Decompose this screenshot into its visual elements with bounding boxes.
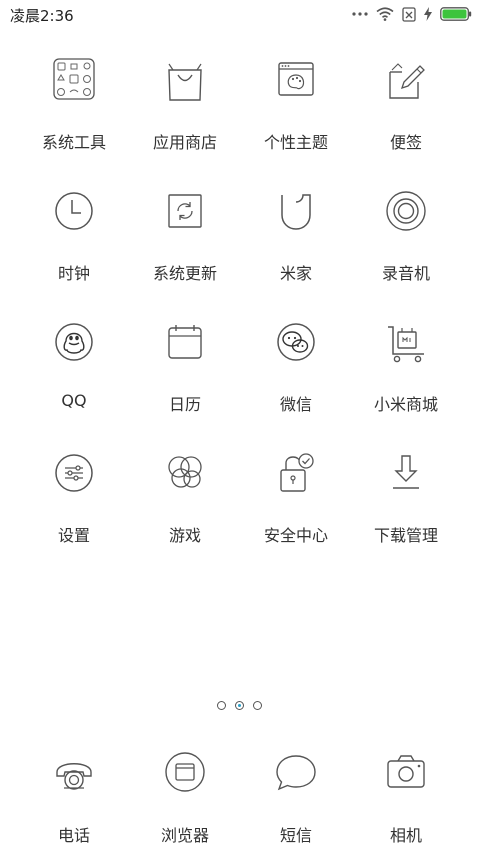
app-row: 时钟 系统更新 米家 录音机 — [0, 171, 480, 301]
app-label: 相机 — [389, 826, 422, 845]
page-dot[interactable] — [253, 701, 262, 710]
calendar-icon — [159, 316, 211, 368]
dock: 电话 浏览器 短信 相机 — [0, 730, 480, 853]
dock-app-camera[interactable]: 相机 — [346, 730, 466, 853]
app-label: 录音机 — [381, 264, 430, 283]
charging-bolt-icon — [424, 7, 432, 21]
theme-palette-icon — [270, 54, 322, 106]
app-wechat[interactable]: 微信 — [236, 302, 356, 432]
page-dot[interactable] — [217, 701, 226, 710]
no-sim-icon — [402, 6, 416, 22]
download-icon — [380, 447, 432, 499]
app-recorder[interactable]: 录音机 — [346, 171, 466, 301]
app-settings[interactable]: 设置 — [14, 433, 134, 563]
app-label: 游戏 — [168, 526, 201, 545]
app-row: 系统工具 应用商店 个性主题 便签 — [0, 40, 480, 170]
app-qq[interactable]: QQ — [14, 302, 134, 432]
app-label: 短信 — [279, 826, 312, 845]
browser-icon — [159, 746, 211, 798]
app-label: 浏览器 — [160, 826, 209, 845]
dock-app-messages[interactable]: 短信 — [236, 730, 356, 853]
app-label: 米家 — [279, 264, 312, 283]
app-games[interactable]: 游戏 — [125, 433, 245, 563]
battery-icon — [440, 7, 472, 21]
status-bar: 凌晨2:36 — [0, 0, 480, 28]
app-label: 时钟 — [57, 264, 90, 283]
app-clock[interactable]: 时钟 — [14, 171, 134, 301]
page-dot-active[interactable] — [235, 701, 244, 710]
more-dots-icon — [352, 12, 368, 16]
app-notes[interactable]: 便签 — [346, 40, 466, 170]
status-icons — [352, 5, 472, 23]
app-label: 安全中心 — [263, 526, 328, 545]
status-time: 凌晨2:36 — [10, 7, 74, 25]
qq-penguin-icon — [48, 316, 100, 368]
system-update-icon — [159, 185, 211, 237]
recorder-icon — [380, 185, 432, 237]
message-bubble-icon — [270, 746, 322, 798]
game-circles-icon — [159, 447, 211, 499]
app-label: 下载管理 — [373, 526, 438, 545]
mi-store-cart-icon — [380, 316, 432, 368]
app-row: QQ 日历 微信 小米商城 — [0, 302, 480, 432]
app-label: 应用商店 — [152, 133, 217, 152]
folder-tools-icon — [48, 54, 100, 106]
app-label: QQ — [61, 391, 87, 410]
security-lock-icon — [270, 447, 322, 499]
app-calendar[interactable]: 日历 — [125, 302, 245, 432]
dock-app-browser[interactable]: 浏览器 — [125, 730, 245, 853]
app-label: 小米商城 — [373, 395, 438, 414]
app-label: 日历 — [168, 395, 201, 414]
app-row: 设置 游戏 安全中心 下载管理 — [0, 433, 480, 563]
mijia-shield-icon — [270, 185, 322, 237]
app-system-tools[interactable]: 系统工具 — [14, 40, 134, 170]
app-label: 系统工具 — [41, 133, 106, 152]
app-download-manager[interactable]: 下载管理 — [346, 433, 466, 563]
app-mi-store[interactable]: 小米商城 — [346, 302, 466, 432]
app-label: 设置 — [57, 526, 90, 545]
app-app-store[interactable]: 应用商店 — [125, 40, 245, 170]
app-label: 电话 — [57, 826, 90, 845]
wechat-icon — [270, 316, 322, 368]
settings-sliders-icon — [48, 447, 100, 499]
notes-pen-icon — [380, 54, 432, 106]
app-mijia[interactable]: 米家 — [236, 171, 356, 301]
app-label: 个性主题 — [263, 133, 328, 152]
clock-icon — [48, 185, 100, 237]
wifi-icon — [376, 7, 394, 21]
app-security-center[interactable]: 安全中心 — [236, 433, 356, 563]
app-themes[interactable]: 个性主题 — [236, 40, 356, 170]
shopping-bag-icon — [159, 54, 211, 106]
app-system-update[interactable]: 系统更新 — [125, 171, 245, 301]
phone-icon — [48, 746, 100, 798]
page-indicator[interactable] — [0, 700, 480, 712]
dock-app-phone[interactable]: 电话 — [14, 730, 134, 853]
app-label: 微信 — [279, 395, 312, 414]
camera-icon — [380, 746, 432, 798]
app-label: 系统更新 — [152, 264, 217, 283]
app-label: 便签 — [389, 133, 422, 152]
